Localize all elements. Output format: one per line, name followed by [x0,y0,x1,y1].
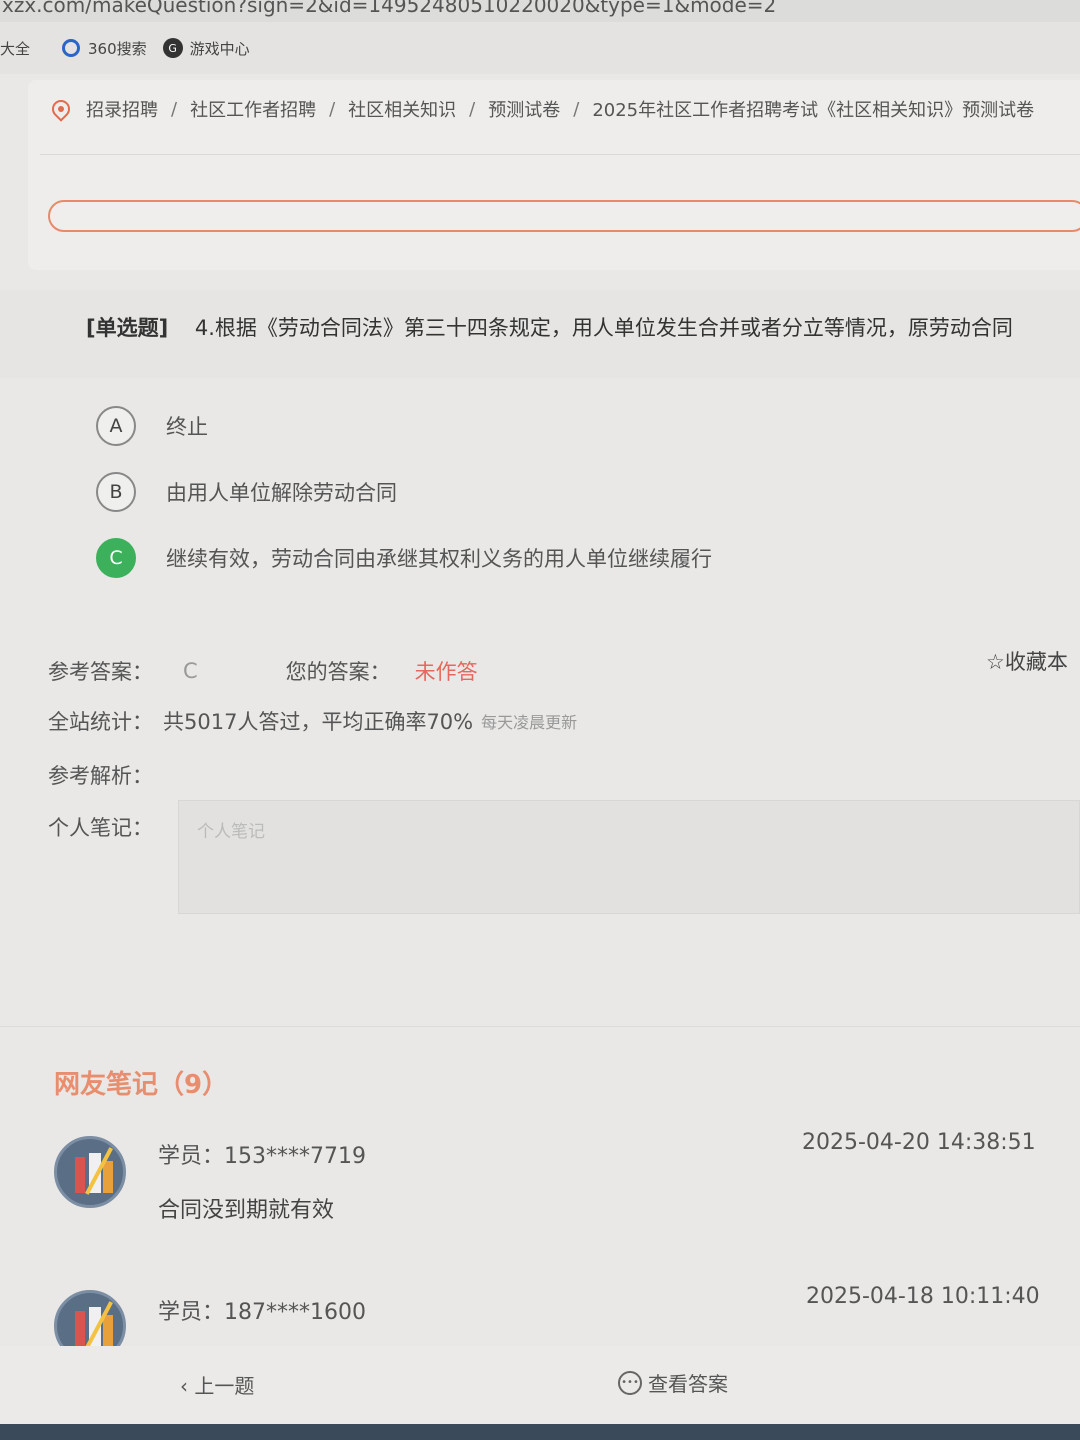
address-bar[interactable]: xzx.com/makeQuestion?sign=2&id=149524805… [0,0,1080,22]
analysis-row: 参考解析： [48,760,153,790]
option-c[interactable]: C 继续有效，劳动合同由承继其权利义务的用人单位继续履行 [96,538,712,578]
question-type: [单选题] [86,316,169,340]
bookmark-daquan[interactable]: 大全 [0,38,30,59]
reference-answer-label: 参考答案： [48,660,153,684]
comment-text: 合同没到期就有效 [158,1198,335,1223]
your-answer-label: 您的答案： [285,660,391,684]
bookmark-game-center[interactable]: G 游戏中心 [162,38,250,59]
option-b-marker: B [96,472,136,512]
comment-time: 2025-04-18 10:11:40 [806,1284,1040,1309]
previous-label: 上一题 [194,1374,255,1398]
favorite-button[interactable]: ☆收藏本 [986,646,1068,676]
comment-user: 学员：187****1600 [158,1300,366,1325]
answer-row: 参考答案： C 您的答案： 未作答 [48,656,478,686]
option-b-text: 由用人单位解除劳动合同 [166,481,397,505]
option-b[interactable]: B 由用人单位解除劳动合同 [96,472,397,512]
section-divider [0,1026,1080,1027]
progress-bar [48,200,1080,232]
note-label-row: 个人笔记： [48,812,153,842]
comments-title: 网友笔记（9） [54,1070,229,1100]
personal-note-input[interactable]: 个人笔记 [178,800,1080,914]
game-icon: G [162,38,183,58]
search-icon [62,39,81,57]
chat-icon: ••• [618,1370,642,1395]
stats-update-note: 每天凌晨更新 [481,713,578,732]
stats-row: 全站统计： 共5017人答过，平均正确率70% 每天凌晨更新 [48,706,577,736]
breadcrumb-separator: / [171,98,178,120]
avatar [54,1136,126,1208]
breadcrumb-divider [40,154,1080,155]
option-a-marker: A [96,406,136,446]
analysis-label: 参考解析： [48,764,153,788]
breadcrumb-item-knowledge[interactable]: 社区相关知识 [348,96,456,122]
option-c-text: 继续有效，劳动合同由承继其权利义务的用人单位继续履行 [166,547,712,571]
your-answer-value: 未作答 [414,660,478,684]
breadcrumb-item-current: 2025年社区工作者招聘考试《社区相关知识》预测试卷 [592,100,1035,121]
breadcrumb-separator: / [329,98,336,120]
breadcrumb-separator: / [469,98,476,120]
bookmark-360-search[interactable]: 360搜索 [62,38,147,59]
question-text: 4.根据《劳动合同法》第三十四条规定，用人单位发生合并或者分立等情况，原劳动合同 [194,316,1013,340]
stats-text: 共5017人答过，平均正确率70% [163,710,474,734]
comment-user: 学员：153****7719 [158,1144,366,1169]
star-icon: ☆ [986,650,1005,674]
bookmarks-bar: 大全 360搜索 G 游戏中心 [0,22,1080,74]
breadcrumb-item-recruit[interactable]: 招录招聘 [86,96,158,122]
previous-question-button[interactable]: ‹ 上一题 [180,1370,254,1399]
note-label: 个人笔记： [48,816,153,840]
bottom-navigation [0,1346,1080,1424]
breadcrumb: 招录招聘 / 社区工作者招聘 / 社区相关知识 / 预测试卷 / 2025年社区… [48,96,1035,122]
taskbar [0,1424,1080,1440]
breadcrumb-item-community-worker[interactable]: 社区工作者招聘 [190,96,316,122]
breadcrumb-separator: / [573,98,580,120]
option-a[interactable]: A 终止 [96,406,208,446]
location-pin-icon [48,96,74,122]
question-stem: [单选题] 4.根据《劳动合同法》第三十四条规定，用人单位发生合并或者分立等情况… [86,312,1013,342]
note-placeholder: 个人笔记 [197,822,265,842]
favorite-label: 收藏本 [1004,650,1068,674]
option-a-text: 终止 [166,415,208,439]
url-text: xzx.com/makeQuestion?sign=2&id=149524805… [2,0,777,17]
view-answer-label: 查看答案 [648,1372,728,1396]
comment-time: 2025-04-20 14:38:51 [802,1130,1036,1155]
reference-answer-value: C [183,659,198,683]
view-answer-button[interactable]: ••• 查看答案 [618,1368,728,1397]
stats-label: 全站统计： [48,710,153,734]
option-c-marker-correct: C [96,538,136,578]
chevron-left-icon: ‹ [180,1374,195,1398]
breadcrumb-item-mock-exam[interactable]: 预测试卷 [488,96,560,122]
